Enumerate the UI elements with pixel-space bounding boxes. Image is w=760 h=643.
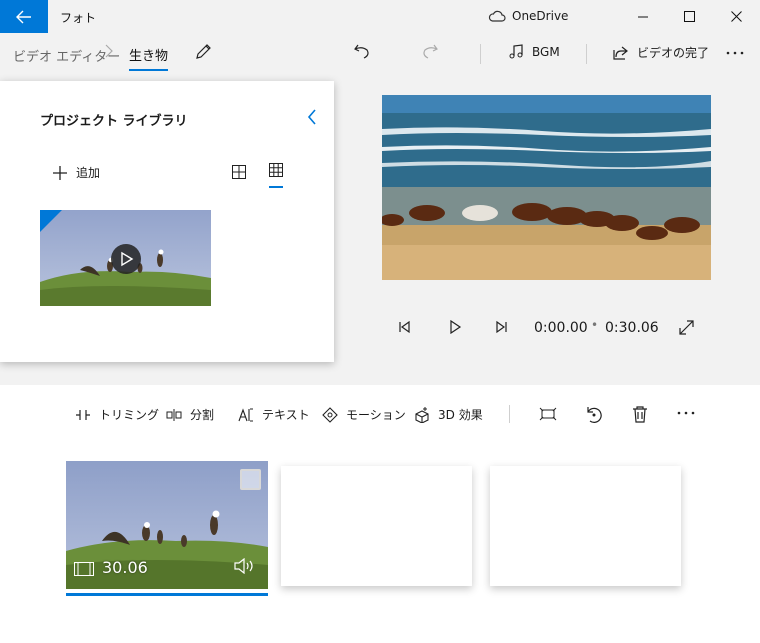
delete-button[interactable]	[632, 406, 648, 427]
finish-video-label: ビデオの完了	[637, 46, 710, 60]
play-icon	[450, 319, 462, 335]
bgm-button[interactable]: BGM	[508, 44, 560, 60]
previous-frame-button[interactable]	[398, 319, 412, 338]
volume-button[interactable]	[234, 557, 256, 578]
pencil-icon	[196, 44, 211, 59]
finish-video-button[interactable]: ビデオの完了	[612, 44, 709, 61]
birds-on-grass-image	[40, 210, 211, 306]
rename-button[interactable]	[195, 42, 213, 64]
storyboard-more-button[interactable]	[676, 404, 696, 424]
speaker-icon	[234, 557, 253, 575]
onedrive-label: OneDrive	[512, 9, 569, 23]
minimize-icon	[637, 16, 648, 18]
small-grid-view-button[interactable]	[269, 162, 283, 188]
share-icon	[613, 46, 628, 60]
film-icon	[74, 561, 94, 580]
clip-checkbox[interactable]	[240, 469, 261, 490]
onedrive-status[interactable]: OneDrive	[488, 9, 568, 23]
time-separator: •	[591, 318, 599, 332]
resize-frame-icon	[539, 407, 557, 421]
expand-preview-button[interactable]	[679, 320, 694, 339]
more-icon	[726, 51, 744, 55]
trim-icon	[76, 409, 90, 420]
breadcrumb-chevron-icon	[105, 44, 113, 62]
close-button[interactable]	[713, 0, 759, 33]
storyboard-clip[interactable]: 30.06	[66, 461, 268, 589]
trash-icon	[633, 406, 647, 423]
video-preview[interactable]	[382, 95, 711, 280]
resize-button[interactable]	[539, 406, 557, 425]
back-arrow-icon	[16, 10, 31, 23]
split-label: 分割	[190, 408, 215, 422]
sparkle-cube-icon	[415, 406, 429, 423]
3d-effects-label: 3D 効果	[438, 408, 483, 422]
library-media-thumbnail[interactable]	[40, 210, 211, 306]
plus-icon	[53, 165, 67, 180]
project-name[interactable]: 生き物	[129, 45, 169, 71]
motion-label: モーション	[346, 408, 406, 422]
horses-on-beach-image	[382, 95, 711, 280]
bgm-label: BGM	[532, 45, 560, 59]
motion-button[interactable]: モーション	[322, 406, 406, 423]
text-icon	[238, 407, 253, 422]
toolbar-divider	[480, 44, 481, 64]
trim-button[interactable]: トリミング	[75, 406, 159, 423]
rotate-icon	[587, 407, 602, 423]
maximize-button[interactable]	[666, 0, 712, 33]
maximize-icon	[683, 11, 695, 22]
cloud-icon	[488, 10, 506, 22]
empty-clip-slot	[281, 466, 472, 586]
empty-clip-slot	[490, 466, 681, 586]
minimize-button[interactable]	[620, 0, 666, 33]
current-time: 0:00.00	[534, 320, 588, 336]
clip-selection-indicator	[66, 593, 268, 596]
redo-button[interactable]	[421, 43, 439, 63]
motion-icon	[322, 406, 338, 423]
expand-icon	[679, 320, 694, 335]
library-title: プロジェクト ライブラリ	[40, 114, 188, 129]
text-button[interactable]: テキスト	[238, 406, 310, 423]
total-time: 0:30.06	[605, 320, 659, 336]
step-back-icon	[399, 320, 410, 334]
app-title: フォト	[60, 11, 97, 25]
step-forward-icon	[496, 320, 507, 334]
redo-icon	[423, 44, 438, 59]
more-options-button[interactable]	[725, 44, 745, 64]
toolbar-divider	[586, 44, 587, 64]
large-grid-view-button[interactable]	[232, 164, 246, 183]
close-icon	[730, 11, 742, 22]
back-button[interactable]	[0, 0, 48, 33]
music-note-icon	[509, 44, 523, 59]
play-button[interactable]	[448, 319, 462, 338]
grid-large-icon	[232, 165, 246, 179]
text-label: テキスト	[262, 408, 310, 422]
add-button[interactable]: 追加	[52, 164, 100, 181]
split-button[interactable]: 分割	[166, 406, 214, 423]
clip-duration: 30.06	[102, 558, 148, 577]
tool-divider	[509, 405, 510, 423]
next-frame-button[interactable]	[494, 319, 508, 338]
split-icon	[166, 408, 182, 421]
project-library-panel: プロジェクト ライブラリ 追加	[0, 81, 334, 362]
rotate-button[interactable]	[585, 406, 603, 428]
undo-button[interactable]	[353, 43, 371, 63]
more-icon	[677, 411, 695, 415]
trim-label: トリミング	[99, 408, 160, 422]
add-label: 追加	[76, 166, 101, 180]
undo-icon	[354, 44, 369, 59]
3d-effects-button[interactable]: 3D 効果	[414, 406, 483, 423]
storyboard-scrollbar[interactable]	[751, 388, 757, 640]
grid-small-icon	[269, 163, 283, 177]
collapse-library-button[interactable]	[306, 108, 318, 130]
chevron-left-icon	[307, 109, 316, 125]
